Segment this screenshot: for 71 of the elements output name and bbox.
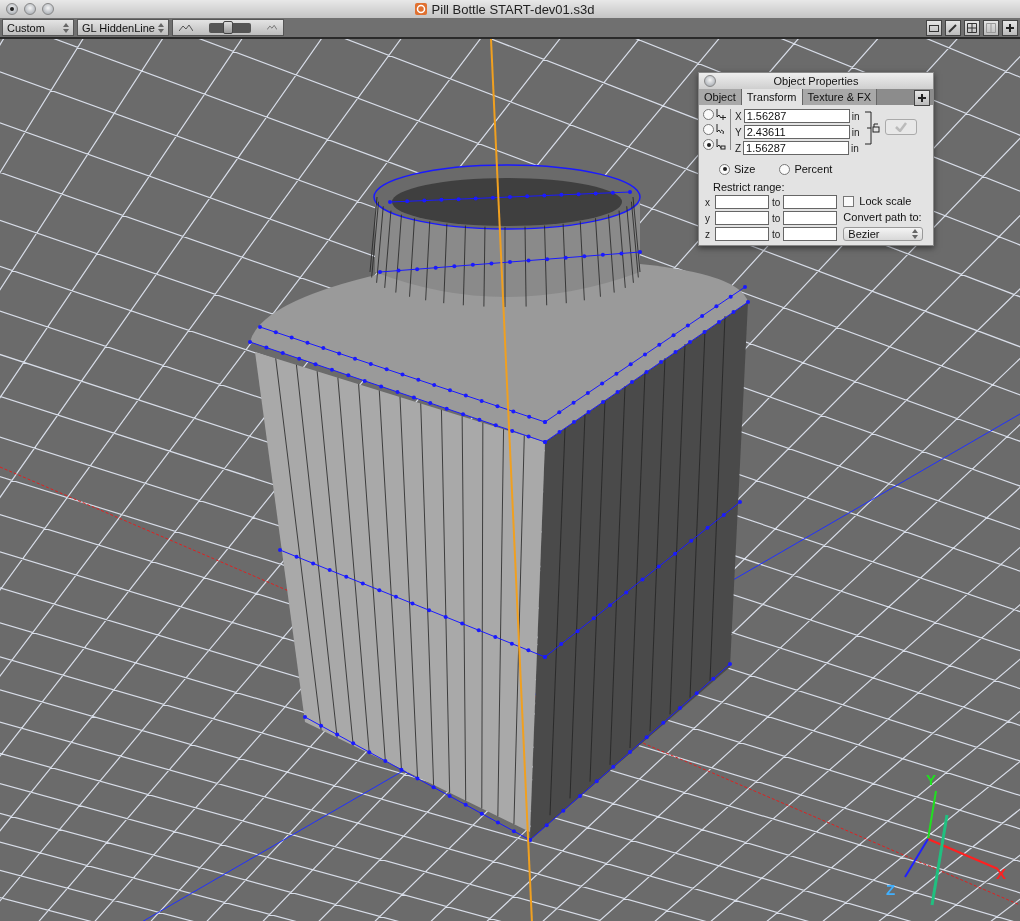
frame-icon: [929, 23, 939, 32]
panel-tab[interactable]: Transform: [741, 89, 803, 105]
y-axis-label: Y: [926, 771, 936, 788]
scale-cursor-icon: [716, 139, 726, 150]
unit-label: in: [851, 126, 860, 138]
stepper-icon: [158, 22, 164, 33]
axis-label: z: [705, 228, 711, 240]
lock-scale-label: Lock scale: [859, 195, 912, 207]
convert-path-select[interactable]: Bezier: [843, 227, 924, 241]
range-min-field[interactable]: [715, 195, 769, 209]
stepper-icon: [63, 22, 69, 33]
axis-label: x: [705, 196, 711, 208]
x-axis-label: X: [996, 865, 1006, 882]
unit-label: in: [851, 142, 859, 154]
two-pane-icon: [986, 22, 996, 33]
radio-label: Percent: [794, 163, 833, 175]
add-button[interactable]: [1002, 19, 1018, 36]
camera-button[interactable]: [926, 19, 942, 36]
range-max-field[interactable]: [783, 195, 838, 209]
rotate-cursor-icon: [716, 124, 726, 135]
zoom-slider[interactable]: [172, 19, 284, 36]
pencil-button[interactable]: [945, 19, 961, 36]
checkmark-icon: [895, 122, 908, 132]
panel-tab[interactable]: Object: [699, 89, 742, 105]
panel-add-button[interactable]: [914, 90, 930, 106]
to-label: to: [772, 196, 781, 208]
coordinate-field[interactable]: 2.43611: [743, 125, 850, 139]
plus-icon: [918, 94, 926, 102]
axis-label: y: [705, 212, 711, 224]
two-view-button[interactable]: [983, 19, 999, 36]
render-mode-select[interactable]: GL HiddenLine: [77, 19, 169, 36]
four-pane-icon: [967, 22, 977, 33]
z-axis-label: Z: [886, 881, 896, 898]
plus-icon: [1005, 22, 1015, 33]
mountain-icon: [267, 25, 277, 30]
stepper-icon: [912, 229, 919, 239]
axis-label: X: [735, 110, 742, 122]
window-title: Pill Bottle START-dev01.s3d: [431, 1, 595, 17]
move-cursor-icon: [716, 109, 726, 120]
radio-button[interactable]: [703, 109, 714, 120]
coordinate-field[interactable]: 1.56287: [743, 109, 850, 123]
axis-label: Y: [735, 126, 742, 138]
proportion-lock-icon: [865, 109, 882, 147]
radio-button[interactable]: [779, 163, 791, 175]
range-min-field[interactable]: [715, 211, 769, 225]
mountain-icon: [179, 24, 193, 31]
restrict-range-label: Restrict range:: [713, 181, 785, 193]
to-label: to: [772, 228, 781, 240]
window-control-button[interactable]: [6, 3, 18, 15]
unit-label: in: [851, 110, 860, 122]
convert-path-label: Convert path to:: [843, 211, 923, 223]
four-view-button[interactable]: [964, 19, 980, 36]
range-min-field[interactable]: [715, 227, 769, 241]
pencil-icon: [948, 22, 958, 33]
document-icon: [413, 2, 428, 16]
range-max-field[interactable]: [783, 227, 838, 241]
coordinate-field[interactable]: 1.56287: [743, 141, 850, 155]
axis-label: Z: [735, 142, 742, 154]
panel-title: Object Properties: [773, 75, 859, 87]
radio-button[interactable]: [719, 163, 730, 175]
slider-thumb[interactable]: [223, 20, 234, 34]
3d-viewport[interactable]: Y X Z Object Properties Object Transform Texture & FX X 1.56287 in Y 2.43611 in Z 1.56287 in Size Percent Restrict range: x to y to z to Lock scale Convert path to: Bezier: [0, 39, 1020, 921]
radio-button[interactable]: [703, 124, 714, 135]
lock-scale-checkbox[interactable]: [843, 195, 855, 207]
radio-label: Size: [734, 163, 756, 175]
close-button[interactable]: [704, 75, 716, 87]
radio-button[interactable]: [703, 139, 714, 150]
view-mode-select[interactable]: Custom: [2, 19, 74, 36]
to-label: to: [772, 212, 781, 224]
range-max-field[interactable]: [783, 211, 838, 225]
panel-tab[interactable]: Texture & FX: [802, 89, 878, 105]
